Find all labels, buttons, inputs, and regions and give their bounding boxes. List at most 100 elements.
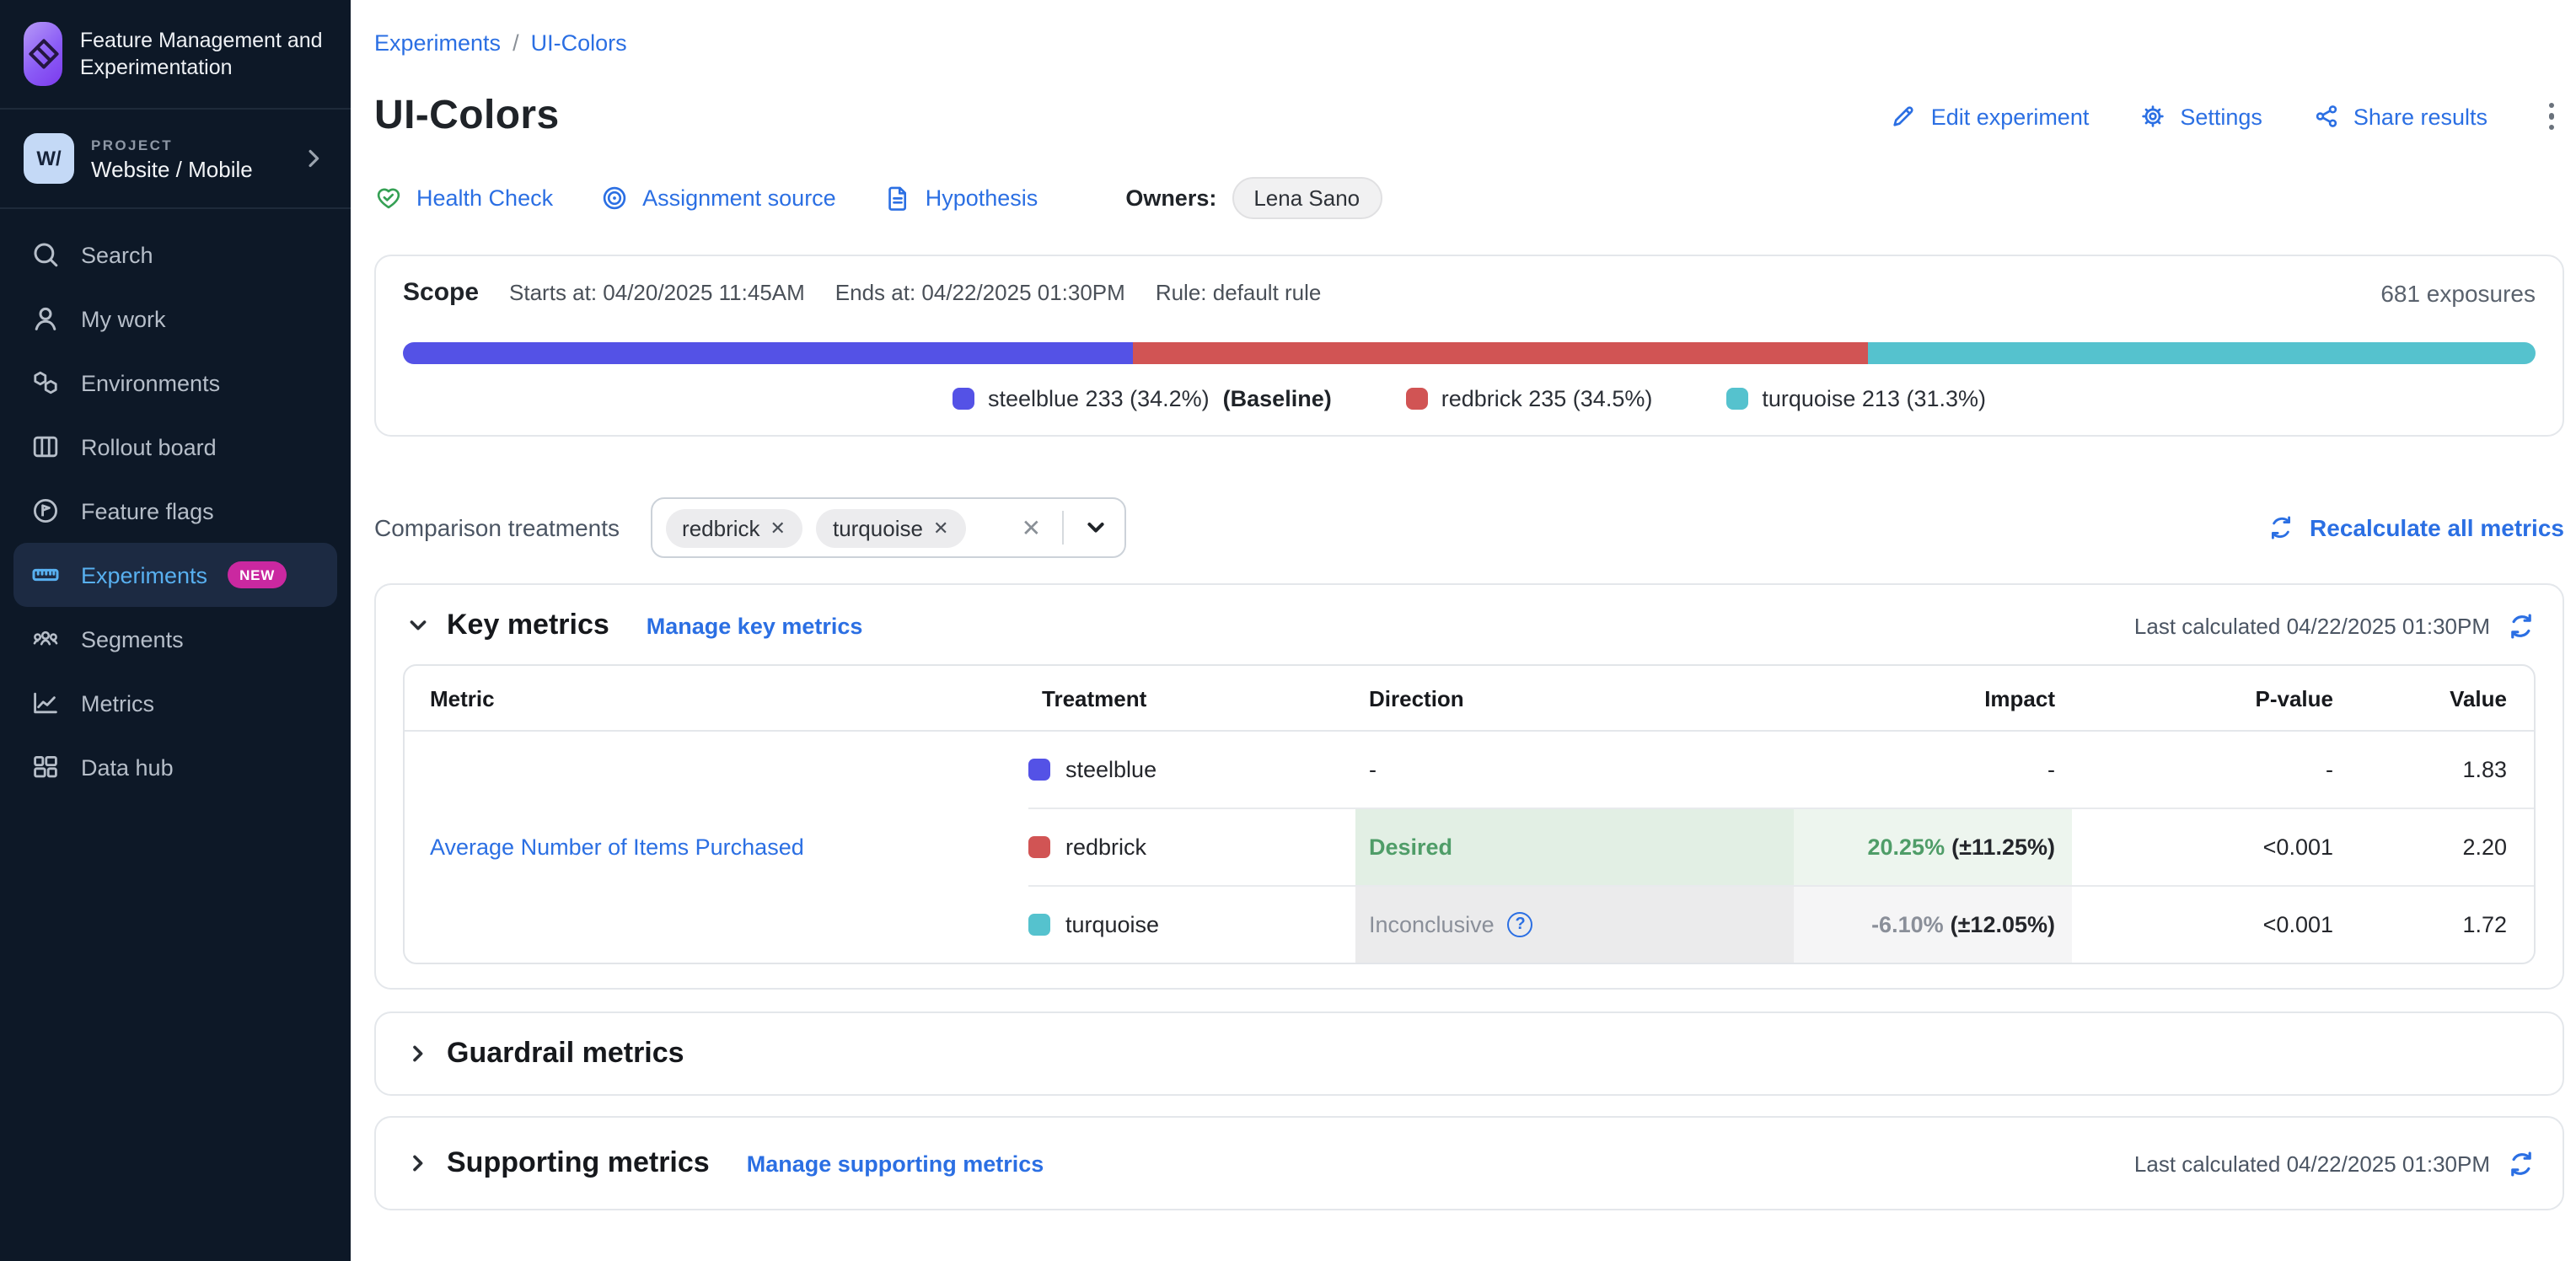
question-circle-icon[interactable]: ? (1508, 912, 1533, 937)
owner-pill[interactable]: Lena Sano (1232, 177, 1382, 219)
assignment-source-label: Assignment source (642, 185, 836, 211)
breadcrumb: Experiments / UI-Colors (374, 30, 2564, 56)
assignment-source-link[interactable]: Assignment source (600, 184, 836, 212)
breadcrumb-separator: / (513, 30, 519, 56)
legend-item-redbrick: redbrick 235 (34.5%) (1406, 386, 1653, 411)
key-metrics-title: Key metrics (447, 609, 609, 642)
chip-label: turquoise (833, 515, 923, 540)
sidebar: Feature Management and Experimentation W… (0, 0, 351, 1261)
impact-cell: -6.10% (±12.05%) (1794, 887, 2072, 963)
scope-rule: Rule: default rule (1156, 280, 1322, 305)
gear-icon (2139, 103, 2166, 130)
chip-remove-icon[interactable]: ✕ (933, 517, 948, 539)
comparison-treatments-label: Comparison treatments (374, 514, 620, 541)
sidebar-item-label: Data hub (81, 754, 174, 780)
p-value-cell: - (2072, 732, 2350, 808)
breadcrumb-experiments-link[interactable]: Experiments (374, 30, 501, 56)
experiment-meta-row: Health Check Assignment source Hypothesi… (374, 177, 2564, 219)
sidebar-item-search[interactable]: Search (13, 223, 337, 287)
column-header-direction: Direction (1355, 685, 1794, 711)
line-chart-icon (30, 688, 61, 718)
table-row-turquoise: turquoise Inconclusive ? -6.10% (±12.05%… (1028, 887, 2534, 963)
chip-label: redbrick (682, 515, 760, 540)
distribution-segment-turquoise (1868, 342, 2536, 364)
select-divider (1061, 511, 1063, 545)
recalculate-label: Recalculate all metrics (2310, 514, 2564, 541)
sidebar-item-environments[interactable]: Environments (13, 351, 337, 415)
health-check-link[interactable]: Health Check (374, 184, 553, 212)
impact-cell: 20.25% (±11.25%) (1794, 809, 2072, 885)
sidebar-item-label: My work (81, 306, 166, 331)
metric-cell: Average Number of Items Purchased (405, 732, 1028, 963)
edit-experiment-button[interactable]: Edit experiment (1891, 103, 2090, 130)
key-metrics-card: Key metrics Manage key metrics Last calc… (374, 583, 2564, 990)
legend-label: redbrick 235 (34.5%) (1441, 386, 1653, 411)
hypothesis-label: Hypothesis (926, 185, 1038, 211)
direction-cell: - (1355, 732, 1794, 808)
chevron-down-icon[interactable] (1083, 516, 1107, 539)
supporting-metrics-title: Supporting metrics (447, 1146, 710, 1180)
board-columns-icon (30, 432, 61, 462)
scope-card: Scope Starts at: 04/20/2025 11:45AM Ends… (374, 255, 2564, 437)
exposures-count: 681 exposures (2380, 279, 2536, 306)
share-results-label: Share results (2353, 104, 2487, 129)
supporting-metrics-card: Supporting metrics Manage supporting met… (374, 1116, 2564, 1210)
comparison-treatments-select[interactable]: redbrick ✕ turquoise ✕ ✕ (650, 497, 1125, 558)
guardrail-metrics-title: Guardrail metrics (447, 1037, 684, 1071)
distribution-legend: steelblue 233 (34.2%) (Baseline) redbric… (403, 386, 2536, 411)
recalculate-all-metrics-button[interactable]: Recalculate all metrics (2267, 514, 2564, 541)
app-logo-icon (24, 22, 63, 86)
people-icon (30, 624, 61, 654)
column-header-metric: Metric (405, 685, 1028, 711)
scope-starts-at: Starts at: 04/20/2025 11:45AM (509, 280, 805, 305)
chip-remove-icon[interactable]: ✕ (770, 517, 786, 539)
expand-chevron-right-icon[interactable] (403, 1038, 433, 1069)
manage-key-metrics-link[interactable]: Manage key metrics (647, 613, 863, 638)
hypothesis-link[interactable]: Hypothesis (883, 184, 1038, 212)
heart-check-icon (374, 184, 403, 212)
distribution-segment-steelblue (403, 342, 1132, 364)
sidebar-item-rollout-board[interactable]: Rollout board (13, 415, 337, 479)
owners: Owners: Lena Sano (1125, 177, 1382, 219)
collapse-chevron-down-icon[interactable] (403, 610, 433, 641)
sidebar-item-feature-flags[interactable]: Feature flags (13, 479, 337, 543)
pencil-icon (1891, 103, 1918, 130)
app-window: Feature Management and Experimentation W… (0, 0, 2576, 1261)
p-value-cell: <0.001 (2072, 887, 2350, 963)
new-badge: NEW (228, 561, 287, 588)
treatment-swatch (1028, 836, 1050, 858)
scope-header-row: Scope Starts at: 04/20/2025 11:45AM Ends… (403, 278, 2536, 307)
treatment-name: turquoise (1065, 912, 1159, 937)
breadcrumb-current-link[interactable]: UI-Colors (531, 30, 627, 56)
refresh-icon[interactable] (2507, 1149, 2536, 1178)
project-switcher[interactable]: W/ PROJECT Website / Mobile (0, 110, 351, 209)
legend-label: turquoise 213 (31.3%) (1762, 386, 1986, 411)
edit-experiment-label: Edit experiment (1931, 104, 2090, 129)
sidebar-item-my-work[interactable]: My work (13, 287, 337, 351)
settings-button[interactable]: Settings (2139, 103, 2262, 130)
table-body: Average Number of Items Purchased steelb… (405, 732, 2534, 963)
data-hub-icon (30, 752, 61, 782)
refresh-icon[interactable] (2507, 611, 2536, 640)
sidebar-item-label: Search (81, 242, 153, 267)
clear-selection-icon[interactable]: ✕ (1022, 513, 1041, 542)
search-icon (30, 239, 61, 270)
share-results-button[interactable]: Share results (2313, 103, 2487, 130)
turquoise-swatch (1726, 388, 1748, 410)
sidebar-item-data-hub[interactable]: Data hub (13, 735, 337, 799)
sidebar-item-metrics[interactable]: Metrics (13, 671, 337, 735)
title-bar: UI-Colors Edit experiment Settings Share… (374, 93, 2564, 140)
more-options-button[interactable] (2538, 99, 2564, 134)
legend-item-steelblue: steelblue 233 (34.2%) (Baseline) (953, 386, 1332, 411)
sidebar-item-experiments[interactable]: Experiments NEW (13, 543, 337, 607)
sidebar-item-label: Experiments (81, 562, 207, 588)
treatment-name: steelblue (1065, 757, 1157, 782)
chip-turquoise[interactable]: turquoise ✕ (816, 508, 965, 547)
expand-chevron-right-icon[interactable] (403, 1148, 433, 1178)
metric-link[interactable]: Average Number of Items Purchased (430, 834, 804, 860)
manage-supporting-metrics-link[interactable]: Manage supporting metrics (747, 1151, 1044, 1176)
page-title: UI-Colors (374, 93, 560, 140)
sidebar-item-segments[interactable]: Segments (13, 607, 337, 671)
ruler-icon (30, 560, 61, 590)
chip-redbrick[interactable]: redbrick ✕ (665, 508, 802, 547)
